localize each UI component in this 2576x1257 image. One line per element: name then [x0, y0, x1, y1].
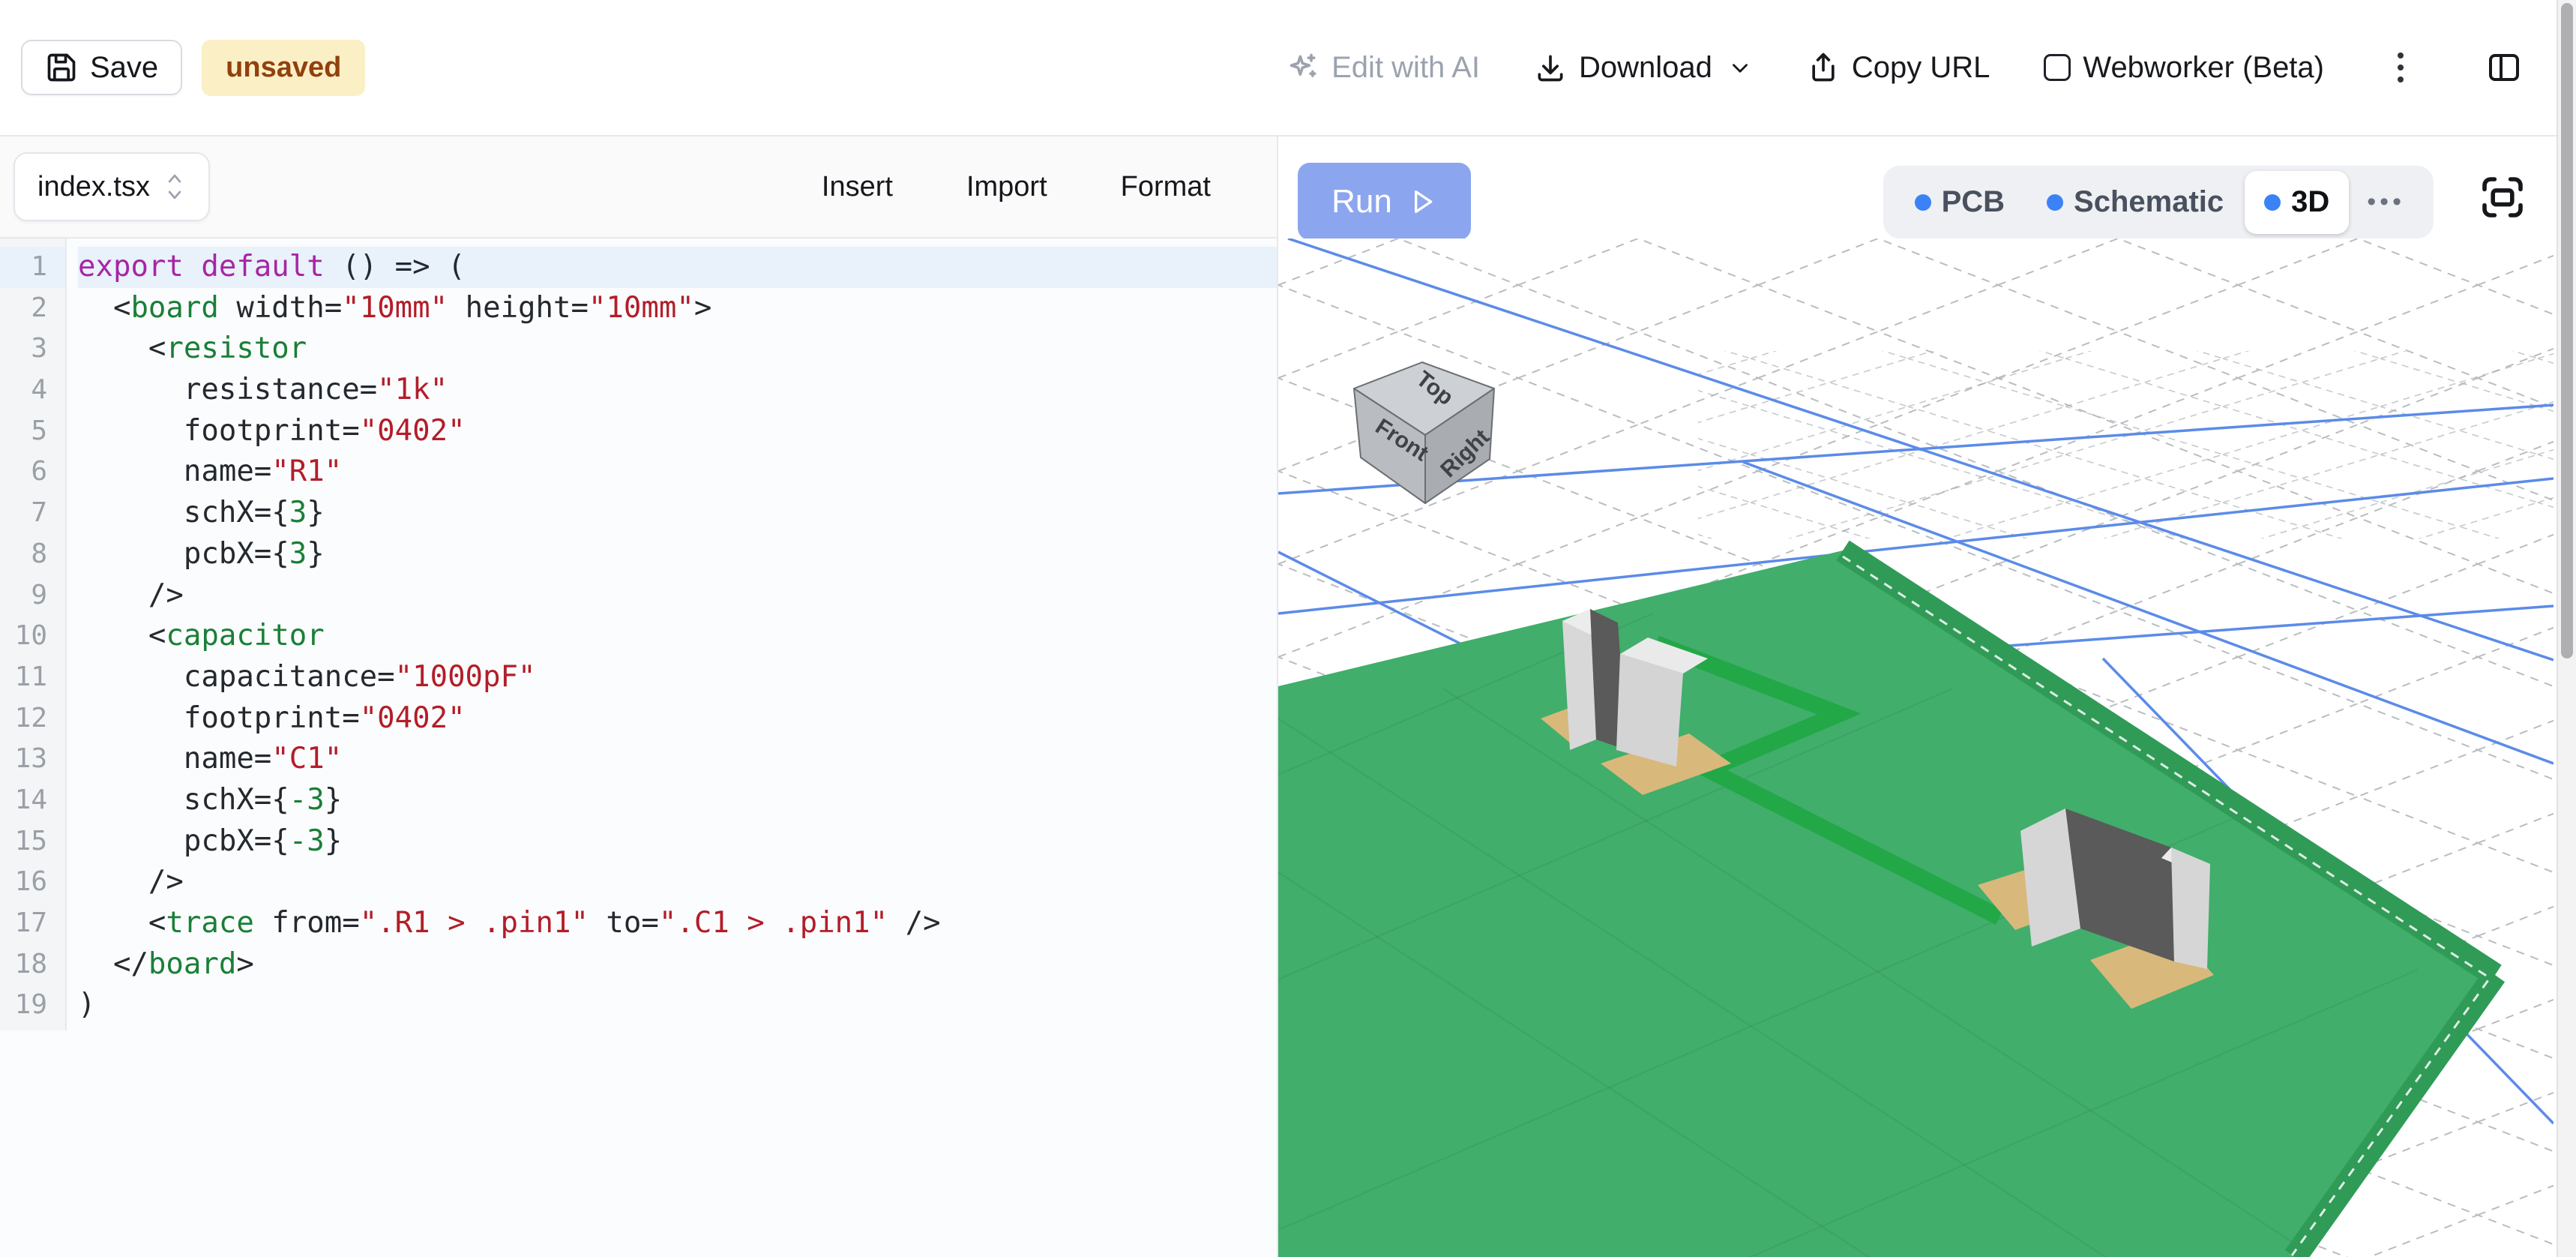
play-icon — [1407, 187, 1437, 217]
line-number: 15 — [0, 821, 65, 862]
code-line[interactable]: <capacitor — [78, 616, 1277, 657]
schematic-dot-icon — [2047, 194, 2063, 211]
tab-pcb[interactable]: PCB — [1894, 166, 2026, 238]
line-number: 2 — [0, 288, 65, 329]
code-line[interactable]: name="R1" — [78, 452, 1277, 493]
webworker-toggle[interactable]: Webworker (Beta) — [2044, 51, 2324, 85]
code-content[interactable]: export default () => ( <board width="10m… — [67, 238, 1277, 1257]
file-select[interactable]: index.tsx — [13, 152, 210, 221]
code-line[interactable]: <resistor — [78, 328, 1277, 370]
tab-more-button[interactable]: ••• — [2349, 188, 2423, 217]
code-line[interactable]: export default () => ( — [78, 247, 1277, 288]
run-button[interactable]: Run — [1298, 163, 1471, 240]
grid-horizon-band — [1698, 351, 2554, 538]
line-number: 4 — [0, 370, 65, 411]
view-tabs: PCB Schematic 3D ••• — [1883, 166, 2434, 238]
fullscreen-icon — [2479, 173, 2527, 221]
code-line[interactable]: <board width="10mm" height="10mm"> — [78, 288, 1277, 329]
file-name: index.tsx — [37, 171, 150, 203]
tab-3d[interactable]: 3D — [2245, 171, 2349, 234]
download-button[interactable]: Download — [1534, 51, 1753, 85]
code-line[interactable]: /> — [78, 575, 1277, 616]
3d-viewer[interactable]: Top Front Right — [1278, 238, 2576, 1257]
file-toolbar: index.tsx Insert Import Format — [0, 136, 1278, 238]
fullscreen-button[interactable] — [2479, 173, 2527, 221]
line-number: 17 — [0, 903, 65, 944]
code-line[interactable]: <trace from=".R1 > .pin1" to=".C1 > .pin… — [78, 903, 1277, 944]
code-line[interactable]: resistance="1k" — [78, 370, 1277, 411]
top-toolbar: Save unsaved Edit with AI Download — [0, 0, 2576, 136]
format-button[interactable]: Format — [1121, 171, 1211, 203]
sidebar-panel-icon[interactable] — [2485, 50, 2524, 86]
chevron-down-icon — [1727, 55, 1753, 80]
share-icon — [1807, 51, 1840, 84]
code-line[interactable]: capacitance="1000pF" — [78, 657, 1277, 698]
pcb-dot-icon — [1915, 194, 1931, 211]
tscircuit-editor-app: Save unsaved Edit with AI Download — [0, 0, 2576, 1257]
viewer-toolbar: Run PCB Schematic 3D ••• — [1278, 136, 2576, 238]
3d-scene[interactable]: Top Front Right — [1278, 238, 2554, 1257]
tab-schematic[interactable]: Schematic — [2026, 166, 2245, 238]
editor-actions: Insert Import Format — [822, 171, 1211, 203]
sparkles-icon — [1287, 51, 1319, 84]
insert-button[interactable]: Insert — [822, 171, 893, 203]
save-label: Save — [90, 51, 158, 85]
code-line[interactable]: schX={-3} — [78, 780, 1277, 821]
line-number: 13 — [0, 739, 65, 780]
line-number: 7 — [0, 493, 65, 534]
code-line[interactable]: footprint="0402" — [78, 411, 1277, 452]
download-icon — [1534, 51, 1567, 84]
code-line[interactable]: schX={3} — [78, 493, 1277, 534]
code-line[interactable]: ) — [78, 985, 1277, 1026]
line-number: 11 — [0, 657, 65, 698]
code-editor[interactable]: 12345678910111213141516171819 export def… — [0, 238, 1278, 1257]
code-line[interactable]: /> — [78, 862, 1277, 903]
line-number: 10 — [0, 616, 65, 657]
code-line[interactable]: pcbX={3} — [78, 534, 1277, 575]
chevrons-up-down-icon — [163, 170, 186, 204]
line-number: 6 — [0, 452, 65, 493]
line-number: 5 — [0, 411, 65, 452]
code-line[interactable]: </board> — [78, 944, 1277, 986]
code-line[interactable]: pcbX={-3} — [78, 821, 1277, 862]
line-number: 9 — [0, 575, 65, 616]
line-number: 18 — [0, 944, 65, 986]
scrollbar-thumb[interactable] — [2561, 3, 2573, 658]
threed-dot-icon — [2264, 194, 2281, 211]
line-number: 8 — [0, 534, 65, 575]
more-menu-button[interactable] — [2390, 52, 2411, 82]
line-number: 14 — [0, 780, 65, 821]
line-number-gutter: 12345678910111213141516171819 — [0, 238, 67, 1030]
save-button[interactable]: Save — [21, 40, 182, 95]
copy-url-button[interactable]: Copy URL — [1807, 51, 1990, 85]
code-line[interactable]: name="C1" — [78, 739, 1277, 780]
save-floppy-icon — [45, 51, 78, 84]
page-scrollbar[interactable] — [2557, 0, 2576, 1257]
webworker-checkbox[interactable] — [2044, 54, 2071, 81]
line-number: 19 — [0, 985, 65, 1026]
line-number: 1 — [0, 247, 65, 288]
import-button[interactable]: Import — [966, 171, 1047, 203]
header-actions: Edit with AI Download Copy URL Webwork — [1287, 50, 2524, 86]
edit-with-ai-button[interactable]: Edit with AI — [1287, 51, 1480, 85]
code-line[interactable]: footprint="0402" — [78, 698, 1277, 740]
secondary-toolbar: index.tsx Insert Import Format Run PCB — [0, 136, 2576, 238]
line-number: 12 — [0, 698, 65, 740]
main-area: 12345678910111213141516171819 export def… — [0, 238, 2576, 1257]
unsaved-status-badge: unsaved — [202, 40, 365, 96]
line-number: 3 — [0, 328, 65, 370]
line-number: 16 — [0, 862, 65, 903]
